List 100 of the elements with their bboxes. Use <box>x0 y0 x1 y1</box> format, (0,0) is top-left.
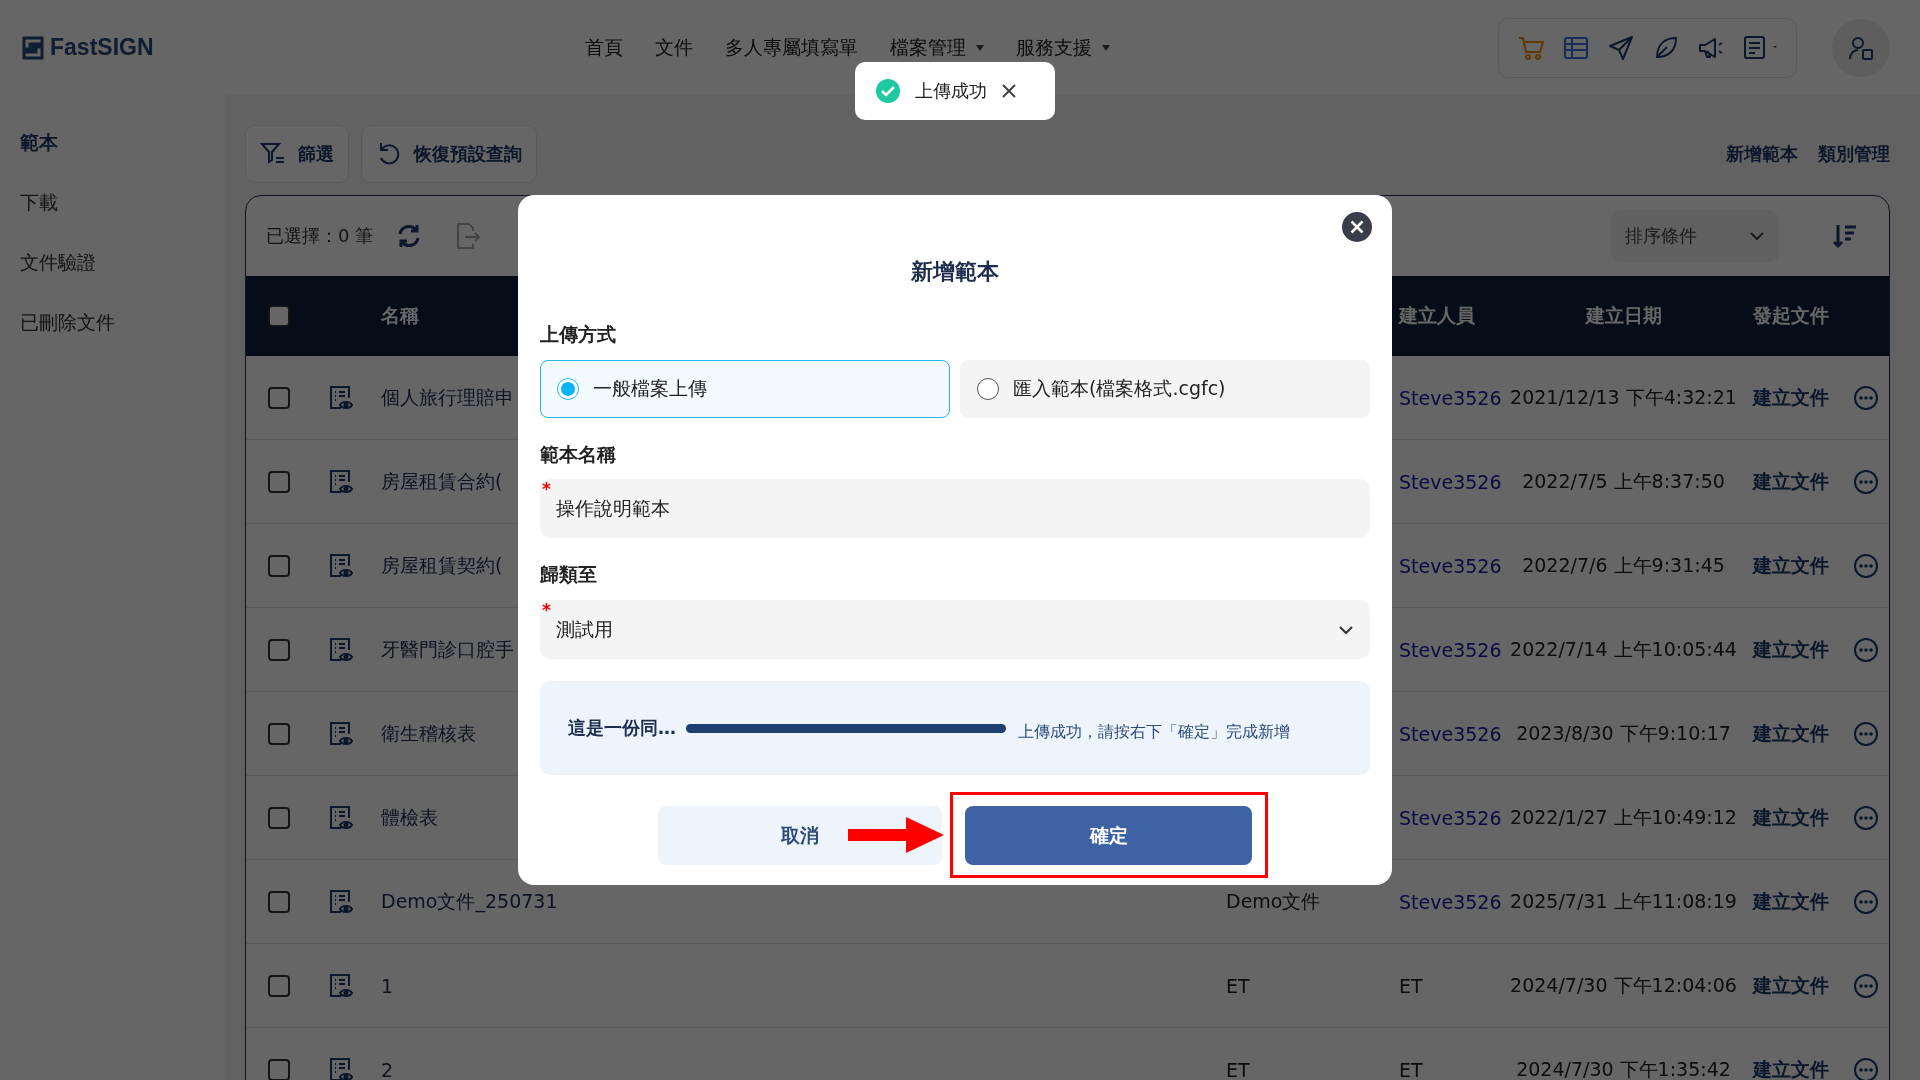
input-field[interactable]: * 操作說明範本 <box>540 479 1370 538</box>
logo-icon <box>20 34 46 61</box>
table-cell: 牙醫門診口腔手 <box>381 637 514 660</box>
chevron-down-icon <box>1338 625 1354 635</box>
sort-icon[interactable] <box>1831 222 1859 250</box>
required-mark: * <box>542 479 551 499</box>
table-cell[interactable]: Steve3526 <box>1399 890 1502 913</box>
close-icon[interactable] <box>1342 212 1372 242</box>
toast-message: 上傳成功 <box>915 79 987 103</box>
checkbox[interactable] <box>267 1058 290 1080</box>
more-icon[interactable] <box>1853 972 1879 999</box>
table-cell: 衛生稽核表 <box>381 721 476 744</box>
column-header: 建立人員 <box>1399 304 1475 326</box>
field-label: 範本名稱 <box>540 442 617 467</box>
confirm-button[interactable]: 確定 <box>965 806 1252 865</box>
checkbox[interactable] <box>267 470 290 493</box>
column-header: 發起文件 <box>1753 304 1829 326</box>
document-preview-icon[interactable] <box>328 1056 354 1080</box>
nav-item[interactable]: 文件 <box>655 34 693 61</box>
create-document-link[interactable]: 建立文件 <box>1753 385 1829 408</box>
caret-icon <box>1102 44 1110 51</box>
table-cell[interactable]: Steve3526 <box>1399 638 1502 661</box>
more-icon[interactable] <box>1853 720 1879 747</box>
document-preview-icon[interactable] <box>328 804 354 831</box>
create-document-link[interactable]: 建立文件 <box>1753 469 1829 492</box>
sort-dropdown[interactable]: 排序條件 <box>1611 210 1779 262</box>
table-cell[interactable]: Steve3526 <box>1399 470 1502 493</box>
filter-button[interactable]: 篩選 <box>245 125 349 183</box>
nav-item[interactable]: 檔案管理 <box>890 34 984 61</box>
more-icon[interactable] <box>1853 552 1879 579</box>
table-cell: ET <box>1399 974 1423 997</box>
table-cell[interactable]: Steve3526 <box>1399 722 1502 745</box>
checkbox[interactable] <box>267 554 290 577</box>
checkbox[interactable] <box>267 305 290 327</box>
required-mark: * <box>542 600 551 620</box>
document-preview-icon[interactable] <box>328 972 354 999</box>
nav-item[interactable]: 服務支援 <box>1016 34 1110 61</box>
sidebar-item[interactable]: 範本 <box>0 112 225 172</box>
close-icon[interactable] <box>1001 83 1017 99</box>
more-icon[interactable] <box>1853 384 1879 411</box>
create-document-link[interactable]: 建立文件 <box>1753 1057 1829 1080</box>
caret-icon <box>976 44 984 51</box>
table-cell: 2024/7/30 下午12:04:06 <box>1510 973 1737 996</box>
table-cell[interactable]: Steve3526 <box>1399 806 1502 829</box>
more-icon[interactable] <box>1853 888 1879 915</box>
table-cell: Demo文件_250731 <box>381 889 558 912</box>
table-cell: Demo文件 <box>1226 889 1321 912</box>
category-dropdown[interactable]: * 測試用 <box>540 600 1370 659</box>
toolbar-link[interactable]: 類別管理 <box>1818 142 1890 166</box>
table-cell: 2023/8/30 下午9:10:17 <box>1516 721 1731 744</box>
document-preview-icon[interactable] <box>328 720 354 747</box>
column-header: 名稱 <box>381 304 419 326</box>
nav-item[interactable]: 多人專屬填寫單 <box>725 34 858 61</box>
file-name: 這是一份同… <box>568 716 677 740</box>
more-icon[interactable] <box>1853 1056 1879 1080</box>
toolbar-link[interactable]: 新增範本 <box>1726 142 1798 166</box>
create-document-link[interactable]: 建立文件 <box>1753 805 1829 828</box>
create-document-link[interactable]: 建立文件 <box>1753 721 1829 744</box>
create-document-link[interactable]: 建立文件 <box>1753 637 1829 660</box>
send-icon[interactable] <box>1607 33 1635 62</box>
cancel-button[interactable]: 取消 <box>658 806 942 865</box>
table-cell[interactable]: Steve3526 <box>1399 554 1502 577</box>
table-cell: 個人旅行理賠申 <box>381 385 514 408</box>
checkbox[interactable] <box>267 806 290 829</box>
table-cell[interactable]: Steve3526 <box>1399 386 1502 409</box>
radio-option[interactable]: 一般檔案上傳 <box>540 360 950 418</box>
column-header: 建立日期 <box>1585 304 1662 326</box>
document-preview-icon[interactable] <box>328 468 354 495</box>
radio-option[interactable]: 匯入範本(檔案格式.cgfc) <box>960 360 1370 418</box>
checkbox[interactable] <box>267 974 290 997</box>
nav-item[interactable]: 首頁 <box>585 34 623 61</box>
more-icon[interactable] <box>1853 804 1879 831</box>
reset-button[interactable]: 恢復預設查詢 <box>361 125 537 183</box>
create-document-link[interactable]: 建立文件 <box>1753 553 1829 576</box>
sidebar-item[interactable]: 文件驗證 <box>0 232 225 292</box>
dialog-title: 新增範本 <box>910 258 1000 286</box>
more-icon[interactable] <box>1853 636 1879 663</box>
filter-icon <box>260 141 286 167</box>
sidebar-item[interactable]: 已刪除文件 <box>0 292 225 352</box>
table-cell: 2025/7/31 上午11:08:19 <box>1510 889 1737 912</box>
document-icon[interactable] <box>1742 33 1778 62</box>
table-cell: 2022/7/14 上午10:05:44 <box>1510 637 1737 660</box>
selection-count: 已選擇：0 筆 <box>266 224 374 248</box>
table-cell: 2021/12/13 下午4:32:21 <box>1510 385 1737 408</box>
more-icon[interactable] <box>1853 468 1879 495</box>
create-document-link[interactable]: 建立文件 <box>1753 889 1829 912</box>
sidebar-item[interactable]: 下載 <box>0 172 225 232</box>
checkbox[interactable] <box>267 638 290 661</box>
document-preview-icon[interactable] <box>328 888 354 915</box>
document-preview-icon[interactable] <box>328 636 354 663</box>
checkbox[interactable] <box>267 722 290 745</box>
table-cell: 1 <box>381 974 394 997</box>
table-cell: ET <box>1226 974 1250 997</box>
table-cell: 2022/7/5 上午8:37:50 <box>1522 469 1725 492</box>
checkbox[interactable] <box>267 890 290 913</box>
table-cell: 體檢表 <box>381 805 438 828</box>
checkbox[interactable] <box>267 386 290 409</box>
create-document-link[interactable]: 建立文件 <box>1753 973 1829 996</box>
document-preview-icon[interactable] <box>328 384 354 411</box>
document-preview-icon[interactable] <box>328 552 354 579</box>
